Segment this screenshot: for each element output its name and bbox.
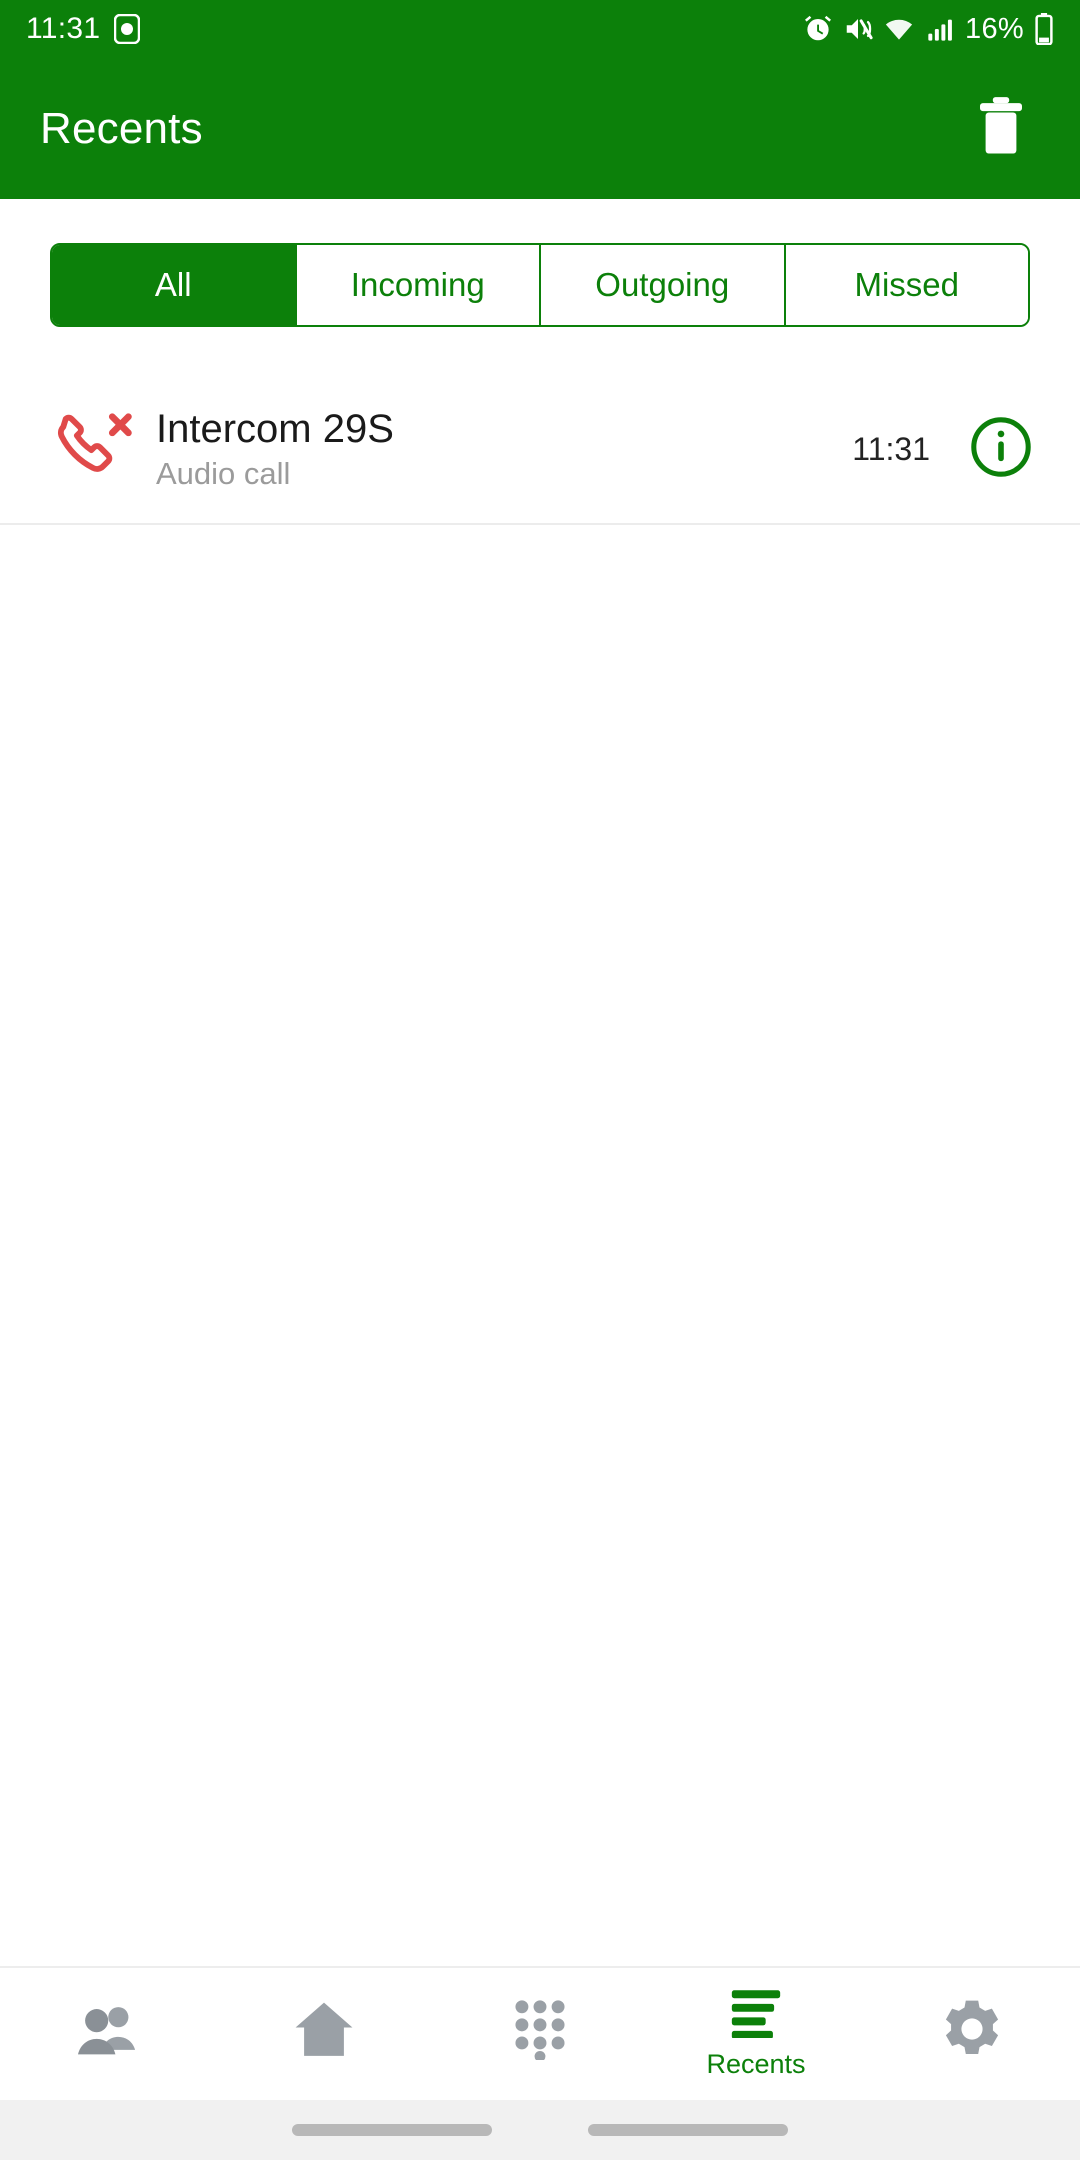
filter-segmented-control: All Incoming Outgoing Missed: [50, 243, 1030, 327]
missed-call-icon: [52, 410, 148, 488]
nav-item-recents-label: Recents: [706, 2049, 806, 2079]
system-gesture-bar: [0, 2100, 1080, 2160]
gesture-pill-left[interactable]: [292, 2124, 492, 2136]
filter-tab-all[interactable]: All: [52, 245, 295, 325]
filter-tab-all-label: All: [154, 266, 192, 303]
app-bar: Recents: [0, 58, 1080, 199]
filter-tab-outgoing[interactable]: Outgoing: [539, 245, 784, 325]
nav-item-contacts[interactable]: [0, 1968, 216, 2100]
call-log-list: Intercom 29S Audio call 11:31: [0, 375, 1080, 525]
battery-icon: [1034, 13, 1054, 45]
contacts-icon: [76, 2000, 140, 2063]
notification-badge-icon: [114, 14, 141, 44]
status-bar: 11:31 16%: [0, 0, 1080, 58]
nav-item-recents[interactable]: Recents: [648, 1968, 864, 2100]
app-bar-actions: [962, 90, 1040, 168]
call-details-button[interactable]: [966, 414, 1036, 484]
dialpad-icon: [511, 1998, 569, 2065]
wifi-icon: [883, 14, 915, 44]
battery-percent-label: 16%: [965, 12, 1024, 45]
status-bar-right: 16%: [803, 13, 1054, 46]
info-icon: [969, 415, 1033, 484]
status-bar-clock: 11:31: [26, 12, 101, 45]
nav-item-home[interactable]: [216, 1968, 432, 2100]
delete-all-button[interactable]: [962, 90, 1040, 168]
filter-tab-incoming-label: Incoming: [350, 266, 485, 303]
call-timestamp: 11:31: [852, 430, 930, 467]
call-log-text: Intercom 29S Audio call: [148, 407, 852, 491]
recents-icon: [727, 1988, 785, 2043]
nav-item-settings[interactable]: [864, 1968, 1080, 2100]
bottom-area: Recents: [0, 1966, 1080, 2160]
nav-item-dialpad[interactable]: [432, 1968, 648, 2100]
alarm-icon: [803, 14, 833, 44]
call-filter-bar: All Incoming Outgoing Missed: [0, 199, 1080, 327]
filter-tab-outgoing-label: Outgoing: [595, 266, 730, 303]
cellular-signal-icon: [925, 15, 955, 43]
page-title: Recents: [40, 103, 203, 153]
filter-tab-incoming[interactable]: Incoming: [294, 245, 539, 325]
call-log-row[interactable]: Intercom 29S Audio call 11:31: [0, 375, 1080, 525]
mute-icon: [843, 14, 873, 44]
filter-tab-missed-label: Missed: [854, 266, 960, 303]
status-bar-left: 11:31: [26, 12, 141, 46]
call-type-label: Audio call: [156, 455, 291, 491]
settings-gear-icon: [941, 1998, 1003, 2065]
call-contact-name: Intercom 29S: [156, 406, 394, 451]
trash-icon: [973, 95, 1029, 162]
filter-tab-missed[interactable]: Missed: [783, 245, 1028, 325]
phone-screen: 11:31 16% Recents All Incoming Outgoing …: [0, 0, 1080, 2160]
home-icon: [293, 2000, 355, 2063]
bottom-navigation-bar: Recents: [0, 1966, 1080, 2100]
gesture-pill-right[interactable]: [588, 2124, 788, 2136]
